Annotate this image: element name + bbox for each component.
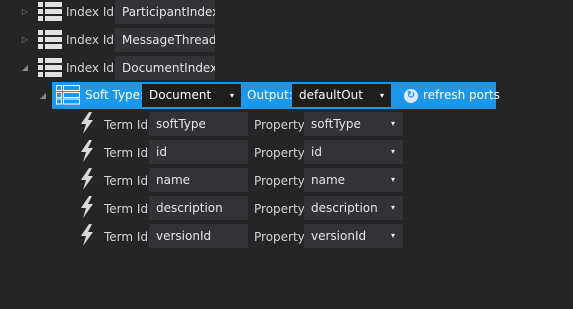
term-id-field[interactable]: name bbox=[149, 168, 248, 192]
refresh-ports-button[interactable]: ↻ refresh ports bbox=[404, 82, 500, 109]
expander-soft-type[interactable]: ◢ bbox=[38, 91, 48, 101]
property-dropdown[interactable]: description ▾ bbox=[304, 196, 403, 220]
refresh-ports-label: refresh ports bbox=[423, 88, 500, 102]
list-icon bbox=[38, 58, 62, 77]
term-id-field[interactable]: id bbox=[149, 140, 248, 164]
chevron-down-icon: ▾ bbox=[390, 147, 395, 156]
index-id-label: Index Id: bbox=[66, 5, 119, 19]
chevron-down-icon: ▾ bbox=[379, 91, 384, 100]
property-value: description bbox=[311, 201, 378, 215]
term-id-label: Term Id bbox=[104, 202, 149, 216]
property-dropdown[interactable]: id ▾ bbox=[304, 140, 403, 164]
property-label: Property bbox=[254, 118, 305, 132]
index-id-label: Index Id: bbox=[66, 61, 119, 75]
soft-type-label: Soft Type: bbox=[85, 88, 145, 102]
property-label: Property bbox=[254, 174, 305, 188]
list-icon bbox=[56, 85, 80, 105]
output-label: Output: bbox=[247, 88, 293, 102]
property-value: name bbox=[311, 173, 346, 187]
output-dropdown[interactable]: defaultOut ▾ bbox=[292, 84, 391, 107]
property-value: id bbox=[311, 145, 322, 159]
soft-type-row[interactable]: Soft Type: Document ▾ Output: defaultOut… bbox=[52, 82, 500, 109]
chevron-down-icon: ▾ bbox=[390, 231, 395, 240]
index-id-field-document[interactable]: DocumentIndex bbox=[115, 56, 215, 80]
property-dropdown[interactable]: softType ▾ bbox=[304, 112, 403, 136]
list-icon bbox=[38, 30, 62, 49]
term-id-label: Term Id bbox=[104, 118, 149, 132]
soft-type-dropdown[interactable]: Document ▾ bbox=[142, 84, 241, 107]
term-id-label: Term Id bbox=[104, 146, 149, 160]
chevron-down-icon: ▾ bbox=[390, 119, 395, 128]
property-dropdown[interactable]: versionId ▾ bbox=[304, 224, 403, 248]
property-value: softType bbox=[311, 117, 361, 131]
lightning-icon bbox=[81, 196, 93, 218]
property-value: versionId bbox=[311, 229, 367, 243]
term-id-field[interactable]: description bbox=[149, 196, 248, 220]
property-dropdown[interactable]: name ▾ bbox=[304, 168, 403, 192]
index-id-label: Index Id: bbox=[66, 33, 119, 47]
term-id-field[interactable]: softType bbox=[149, 112, 248, 136]
term-id-label: Term Id bbox=[104, 174, 149, 188]
expander-document-index[interactable]: ◢ bbox=[20, 63, 30, 73]
soft-type-value: Document bbox=[149, 88, 212, 102]
property-label: Property bbox=[254, 146, 305, 160]
term-id-label: Term Id bbox=[104, 230, 149, 244]
list-icon bbox=[38, 2, 62, 21]
lightning-icon bbox=[81, 140, 93, 162]
lightning-icon bbox=[81, 168, 93, 190]
term-id-field[interactable]: versionId bbox=[149, 224, 248, 248]
lightning-icon bbox=[81, 224, 93, 246]
refresh-icon: ↻ bbox=[404, 88, 418, 103]
expander-participant-index[interactable]: ▷ bbox=[20, 7, 30, 17]
chevron-down-icon: ▾ bbox=[229, 91, 234, 100]
output-value: defaultOut bbox=[299, 88, 363, 102]
property-label: Property bbox=[254, 202, 305, 216]
property-label: Property bbox=[254, 230, 305, 244]
chevron-down-icon: ▾ bbox=[390, 175, 395, 184]
chevron-down-icon: ▾ bbox=[390, 203, 395, 212]
index-id-field-message-thread[interactable]: MessageThreadIr bbox=[115, 28, 215, 52]
expander-message-thread-index[interactable]: ▷ bbox=[20, 35, 30, 45]
lightning-icon bbox=[81, 112, 93, 134]
index-id-field-participant[interactable]: ParticipantIndex bbox=[115, 0, 215, 24]
